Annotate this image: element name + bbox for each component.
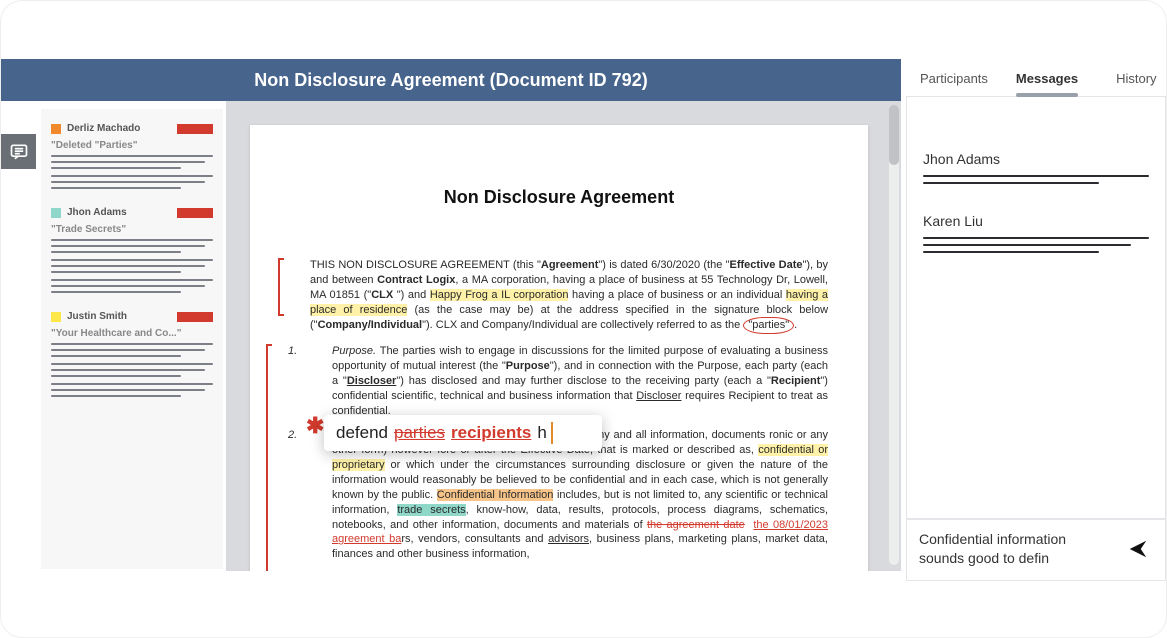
edit-context-before: defend xyxy=(336,423,388,443)
reviewer-name: Jhon Adams xyxy=(67,207,127,218)
highlight[interactable]: Happy Frog a IL corporation xyxy=(430,289,569,301)
comment-preview xyxy=(51,175,213,189)
message-line xyxy=(923,251,1099,253)
reviewer-bar xyxy=(177,312,213,322)
comment-icon xyxy=(9,142,29,162)
text-caret xyxy=(551,422,553,444)
document-viewport[interactable]: Non Disclosure Agreement THIS NON DISCLO… xyxy=(226,101,901,571)
message-item[interactable]: Karen Liu xyxy=(923,213,1149,258)
compose-bar xyxy=(906,519,1166,581)
scrollbar-thumb[interactable] xyxy=(889,105,899,165)
comment-title: "Your Healthcare and Co..." xyxy=(51,328,213,339)
comments-panel-toggle[interactable] xyxy=(1,134,36,169)
reviewer-color-swatch xyxy=(51,124,61,134)
inline-edit-popup[interactable]: defend parties recipients h xyxy=(324,415,602,451)
reviewer-block[interactable]: Justin Smith "Your Healthcare and Co..." xyxy=(51,311,213,397)
reviewer-name: Derliz Machado xyxy=(67,123,140,134)
highlight[interactable]: trade secrets xyxy=(397,504,465,516)
reviewer-block[interactable]: Jhon Adams "Trade Secrets" xyxy=(51,207,213,293)
send-button[interactable] xyxy=(1123,534,1153,567)
document-header: Non Disclosure Agreement (Document ID 79… xyxy=(1,59,901,101)
message-input[interactable] xyxy=(919,530,1113,570)
paragraph-1: 1. Purpose. The parties wish to engage i… xyxy=(306,344,828,418)
message-sender: Jhon Adams xyxy=(923,151,1149,167)
message-thread[interactable]: Jhon Adams Karen Liu xyxy=(906,97,1166,519)
comment-preview xyxy=(51,279,213,293)
comment-preview xyxy=(51,363,213,377)
send-icon xyxy=(1127,538,1149,560)
edit-strikethrough: parties xyxy=(394,423,445,443)
deletion[interactable]: the agreement date xyxy=(647,519,745,531)
change-bracket xyxy=(278,258,284,316)
scrollbar-track[interactable] xyxy=(889,105,899,565)
message-line xyxy=(923,237,1149,239)
list-number: 1. xyxy=(288,344,297,359)
comment-preview xyxy=(51,155,213,169)
reviewer-name: Justin Smith xyxy=(67,311,127,322)
message-item[interactable]: Jhon Adams xyxy=(923,151,1149,189)
message-sender: Karen Liu xyxy=(923,213,1149,229)
comment-preview xyxy=(51,343,213,357)
reviewer-color-swatch xyxy=(51,208,61,218)
review-panel: Derliz Machado "Deleted "Parties" Jhon A… xyxy=(41,109,223,569)
tab-messages[interactable]: Messages xyxy=(1006,59,1088,96)
reviewer-block[interactable]: Derliz Machado "Deleted "Parties" xyxy=(51,123,213,189)
tab-participants[interactable]: Participants xyxy=(910,59,998,96)
reviewer-bar xyxy=(177,124,213,134)
document-page[interactable]: Non Disclosure Agreement THIS NON DISCLO… xyxy=(250,125,868,571)
document-title: Non Disclosure Agreement (Document ID 79… xyxy=(254,70,647,91)
intro-paragraph: THIS NON DISCLOSURE AGREEMENT (this "Agr… xyxy=(290,258,828,334)
message-line xyxy=(923,175,1149,177)
message-line xyxy=(923,244,1131,246)
change-bracket xyxy=(266,344,272,571)
highlight[interactable]: Confidential Information xyxy=(437,489,554,501)
comment-preview xyxy=(51,239,213,253)
circle-annotation[interactable]: "parties" xyxy=(743,317,794,334)
list-number: 2. xyxy=(288,428,297,443)
comment-preview xyxy=(51,383,213,397)
comment-preview xyxy=(51,259,213,273)
edit-replacement: recipients xyxy=(451,423,531,443)
message-line xyxy=(923,182,1099,184)
side-panel: Participants Messages History Jhon Adams… xyxy=(906,59,1166,581)
asterisk-marker: ✱ xyxy=(306,413,324,439)
reviewer-color-swatch xyxy=(51,312,61,322)
tab-history[interactable]: History xyxy=(1106,59,1166,96)
doc-heading: Non Disclosure Agreement xyxy=(290,187,828,208)
comment-title: "Trade Secrets" xyxy=(51,224,213,235)
comment-title: "Deleted "Parties" xyxy=(51,140,213,151)
reviewer-bar xyxy=(177,208,213,218)
edit-context-after: h xyxy=(537,423,546,443)
side-tabs: Participants Messages History xyxy=(906,59,1166,97)
